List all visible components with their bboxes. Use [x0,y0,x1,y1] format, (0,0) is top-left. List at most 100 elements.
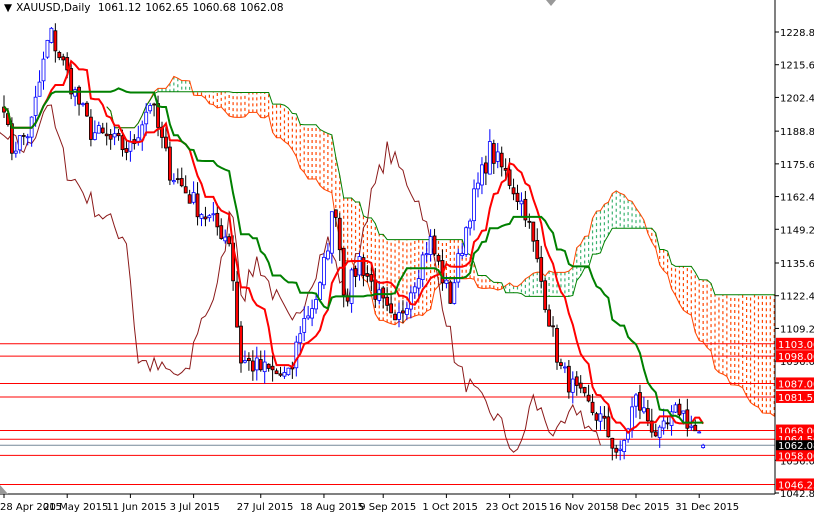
candle [519,192,524,216]
candle-body [112,133,117,138]
chart-header: ▼ XAUUSD,Daily 1061.12 1062.65 1060.68 1062.… [4,2,288,14]
y-tick-label: 1162.40 [780,193,814,204]
candle [697,430,702,434]
candle-body [314,299,318,310]
candle-body [120,135,125,151]
candle [657,424,662,448]
candle [420,251,425,288]
candle [282,366,287,379]
candle-body [693,424,698,432]
candle [243,350,247,364]
candle [69,63,74,100]
candle [634,393,638,418]
candle [495,142,500,169]
candle-body [41,58,46,82]
candle [404,301,409,321]
candle-body [69,68,74,95]
candle [254,346,259,381]
candle-body [491,143,496,164]
candle [365,265,370,283]
candle-body [570,378,575,393]
candle-body [369,274,374,282]
candle [436,253,441,266]
tenkan-sen [3,59,704,435]
candle [574,371,579,396]
candle-body [393,313,397,321]
candle-body [480,164,484,186]
candle-body [527,220,532,223]
candle [693,419,698,432]
low-value: 1060.68 [192,2,237,14]
candle-body [487,141,492,175]
candle [377,280,382,305]
candle [140,120,145,151]
candle-body [499,152,504,168]
candle-body [389,303,394,314]
candle [543,278,548,313]
candle-body [278,373,283,376]
price-chart[interactable]: 1228.80 1215.60 1202.40 1188.80 1175.60 1162.… [0,0,814,516]
candle-body [92,132,97,140]
candle [491,139,496,174]
candle [325,243,330,261]
candle-body [175,178,180,180]
candle [669,405,674,436]
candle-body [148,105,153,112]
candle [389,293,394,314]
candle-body [586,394,591,402]
candle-body [298,333,303,344]
current-price-label: 1062.08 [778,441,814,452]
candle [171,173,176,185]
candle [302,306,307,342]
candle-body [239,325,243,364]
candle-body [45,39,50,58]
candle-body [503,168,508,171]
candle [45,39,50,59]
candle-body [578,382,583,389]
candle-body [61,56,66,61]
candle-body [582,387,587,394]
candle [535,228,540,263]
candle-body [85,102,89,117]
candle [614,444,619,459]
candle-body [555,328,559,363]
candle-body [412,286,417,294]
candle-body [420,254,425,280]
candle [432,228,437,256]
candle-body [207,215,212,219]
candle [49,26,54,44]
candle [464,226,469,257]
candle-body [519,200,524,205]
candle [531,221,536,252]
collapse-triangle-icon[interactable]: ▼ [4,2,12,14]
candle-body [179,178,184,187]
candle-body [614,447,619,453]
candle-body [325,250,330,260]
candle [152,102,157,117]
candle-body [432,235,437,255]
level-price-label: 1087.00 [778,379,814,390]
candle-body [428,236,433,255]
candle-body [701,444,706,448]
chart-window[interactable]: 1228.80 1215.60 1202.40 1188.80 1175.60 1162.… [0,0,814,516]
plot-area [0,23,775,485]
close-value: 1062.08 [240,2,284,14]
candle-body [81,103,85,106]
candle [41,51,46,90]
candle-body [365,273,370,277]
candle [416,269,421,298]
x-tick-label: 16 Nov 2015 [549,502,613,513]
candle-body [594,413,599,421]
candle [100,122,105,134]
candle-body [531,221,536,242]
candle-body [657,426,662,438]
candle-body [444,279,449,284]
candle-body [563,366,567,369]
candle-body [460,253,465,257]
candle-body [404,308,409,315]
candle-body [89,116,93,140]
candle-body [349,269,354,304]
y-tick-label: 1202.40 [780,93,814,104]
candle-body [685,409,690,429]
candle-body [385,296,390,306]
